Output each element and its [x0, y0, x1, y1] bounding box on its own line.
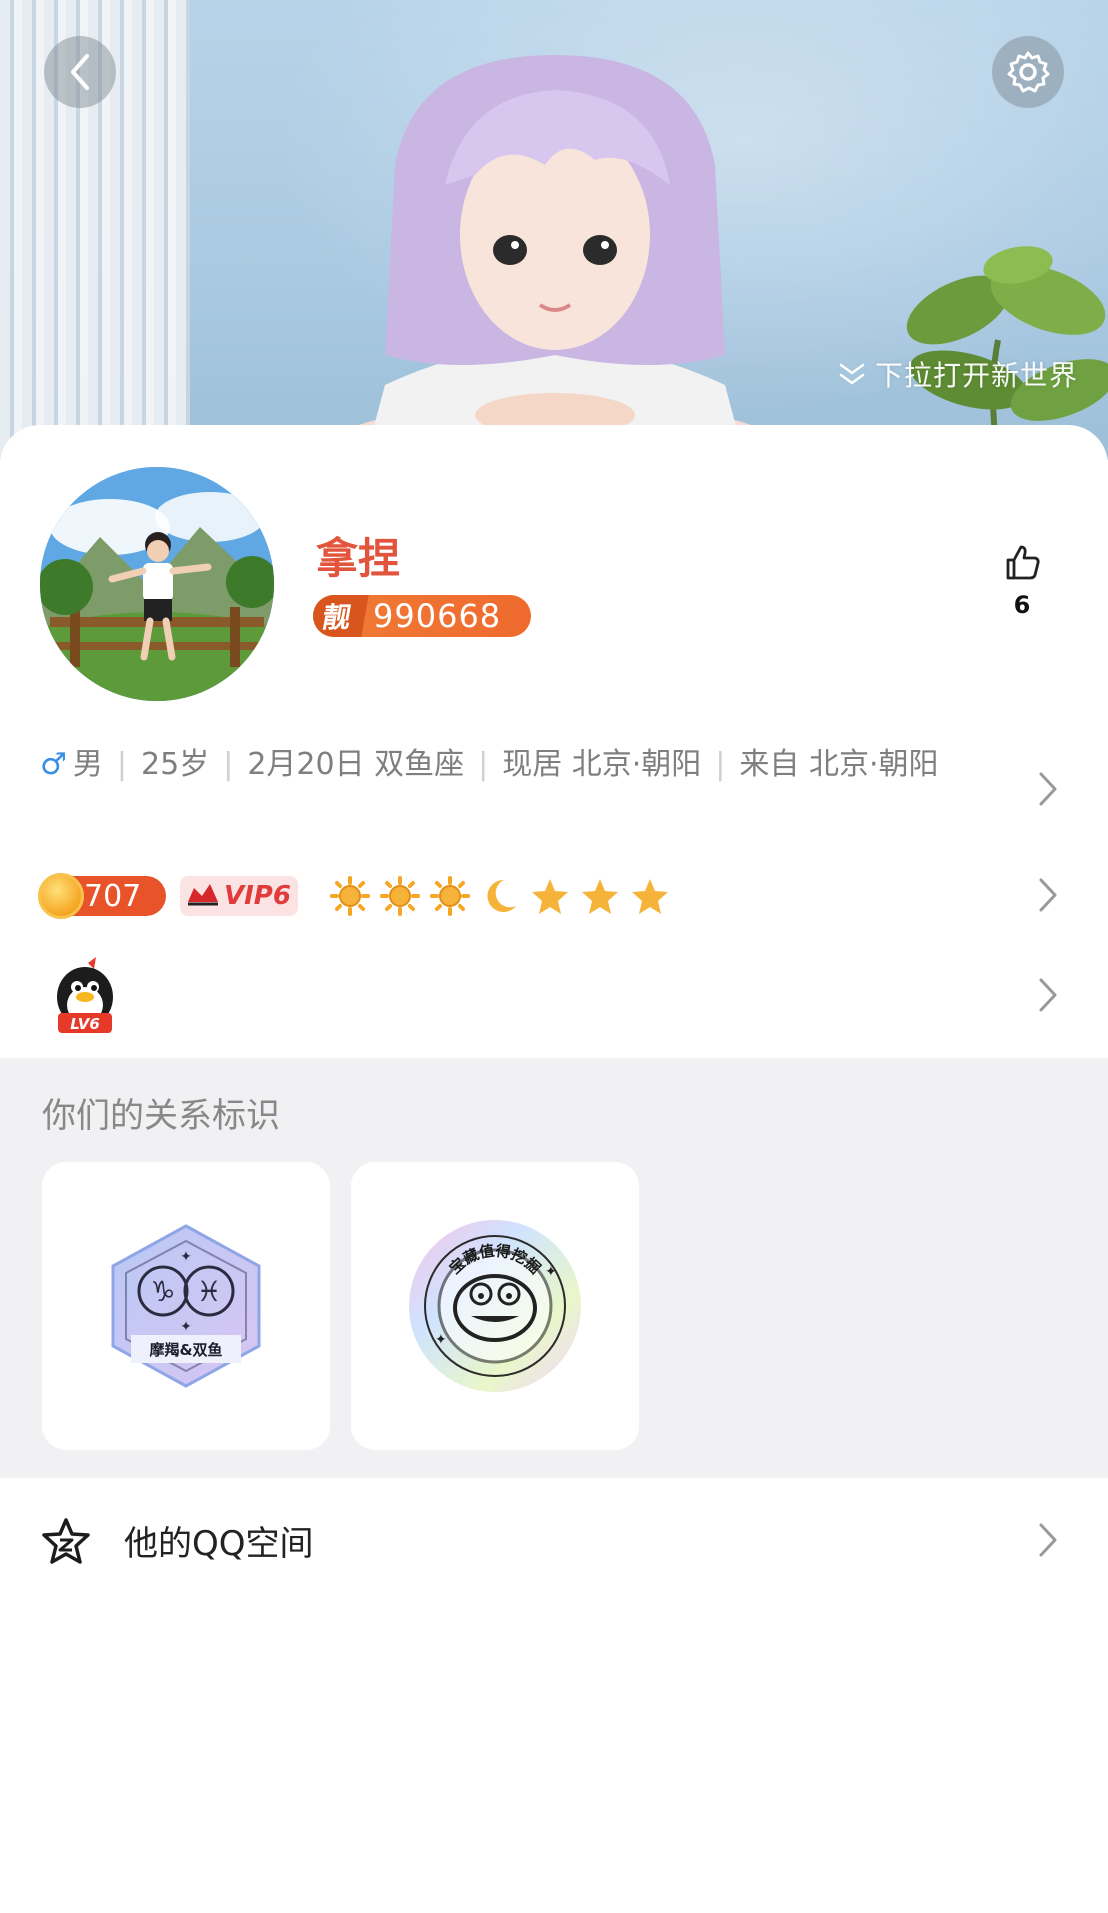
relation-badge-treasure[interactable]: 宝藏值得挖掘 ✦ ✦: [351, 1162, 639, 1450]
qq-level-row[interactable]: LV6: [50, 953, 120, 1041]
treasure-badge-icon: 宝藏值得挖掘 ✦ ✦: [409, 1220, 581, 1392]
birthday: 2月20日 双鱼座: [247, 747, 465, 782]
pretty-number-tag: 靓: [313, 595, 369, 637]
avatar[interactable]: [40, 467, 274, 701]
male-icon: ♂: [40, 747, 67, 782]
qzone-row[interactable]: 他的QQ空间: [0, 1478, 1108, 1602]
back-arrow-icon: [71, 54, 89, 90]
pull-down-hint-text: 下拉打开新世界: [874, 359, 1078, 392]
pull-down-hint: 下拉打开新世界: [837, 354, 1078, 394]
cover-banner[interactable]: 下拉打开新世界: [0, 0, 1108, 460]
double-chevron-down-icon: [839, 363, 865, 385]
svg-text:✦: ✦: [545, 1264, 557, 1280]
profile-card: 拿捏 靓 990668 6 ♂ 男 | 25岁 | 2月20日 双鱼座 | 现居 北京·朝阳 |…: [0, 425, 1108, 1065]
relation-badge-zodiac[interactable]: ♑ ♓ ✦ ✦ 摩羯&双鱼: [42, 1162, 330, 1450]
pretty-number: 990668: [373, 597, 502, 635]
svg-text:♑: ♑: [150, 1275, 175, 1308]
hometown: 来自 北京·朝阳: [739, 747, 939, 782]
vip-level: VIP6: [224, 881, 291, 911]
star-icon: [632, 879, 668, 914]
relation-section: 你们的关系标识 ♑ ♓ ✦ ✦ 摩羯&双鱼 宝藏值得挖掘 ✦ ✦: [0, 1058, 1108, 1478]
chevron-right-icon[interactable]: [1036, 1520, 1060, 1560]
age: 25岁: [141, 747, 210, 782]
zodiac-badge-icon: ♑ ♓ ✦ ✦ 摩羯&双鱼: [111, 1224, 261, 1388]
star-icon: [582, 879, 618, 914]
chevron-right-icon[interactable]: [1036, 975, 1060, 1015]
basic-info[interactable]: ♂ 男 | 25岁 | 2月20日 双鱼座 | 现居 北京·朝阳 | 来自 北京·朝阳: [40, 743, 980, 787]
level-row[interactable]: 707 VIP6: [38, 873, 670, 919]
chevron-right-icon[interactable]: [1036, 875, 1060, 915]
star-icon: [532, 879, 568, 914]
vip-badge: VIP6: [180, 876, 298, 916]
qq-level-text: LV6: [70, 1015, 100, 1033]
gender: 男: [72, 747, 103, 782]
qq-level-icons: [330, 876, 670, 916]
avatar-image: [40, 467, 274, 701]
svg-text:✦: ✦: [180, 1249, 192, 1265]
gear-icon: [1007, 51, 1050, 93]
sun-icon: [380, 876, 420, 916]
svg-text:✦: ✦: [435, 1332, 447, 1348]
vip-crown-icon: [188, 884, 218, 906]
like-button[interactable]: 6: [994, 543, 1050, 619]
chevron-right-icon[interactable]: [1036, 769, 1060, 809]
moon-icon: [487, 879, 516, 912]
coin-count: 707: [84, 878, 142, 914]
sun-icon: [330, 876, 370, 916]
settings-button[interactable]: [992, 36, 1064, 108]
pretty-number-badge[interactable]: 靓 990668: [313, 595, 531, 637]
residence: 现居 北京·朝阳: [502, 747, 702, 782]
nickname: 拿捏: [316, 534, 401, 583]
like-count: 6: [1013, 591, 1031, 619]
sun-icon: [430, 876, 470, 916]
thumbs-up-icon: [1006, 545, 1040, 580]
qzone-star-icon: [42, 1518, 90, 1564]
relation-title: 你们的关系标识: [42, 1096, 280, 1136]
qzone-label: 他的QQ空间: [124, 1524, 314, 1564]
zodiac-badge-label: 摩羯&双鱼: [149, 1341, 222, 1359]
cover-avatar-illustration: [325, 55, 785, 460]
svg-text:✦: ✦: [180, 1319, 192, 1335]
svg-text:♓: ♓: [196, 1275, 221, 1308]
qq-penguin-icon: LV6: [57, 955, 113, 1033]
back-button[interactable]: [44, 36, 116, 108]
coin-badge: 707: [38, 873, 166, 919]
coin-icon: [38, 873, 84, 919]
